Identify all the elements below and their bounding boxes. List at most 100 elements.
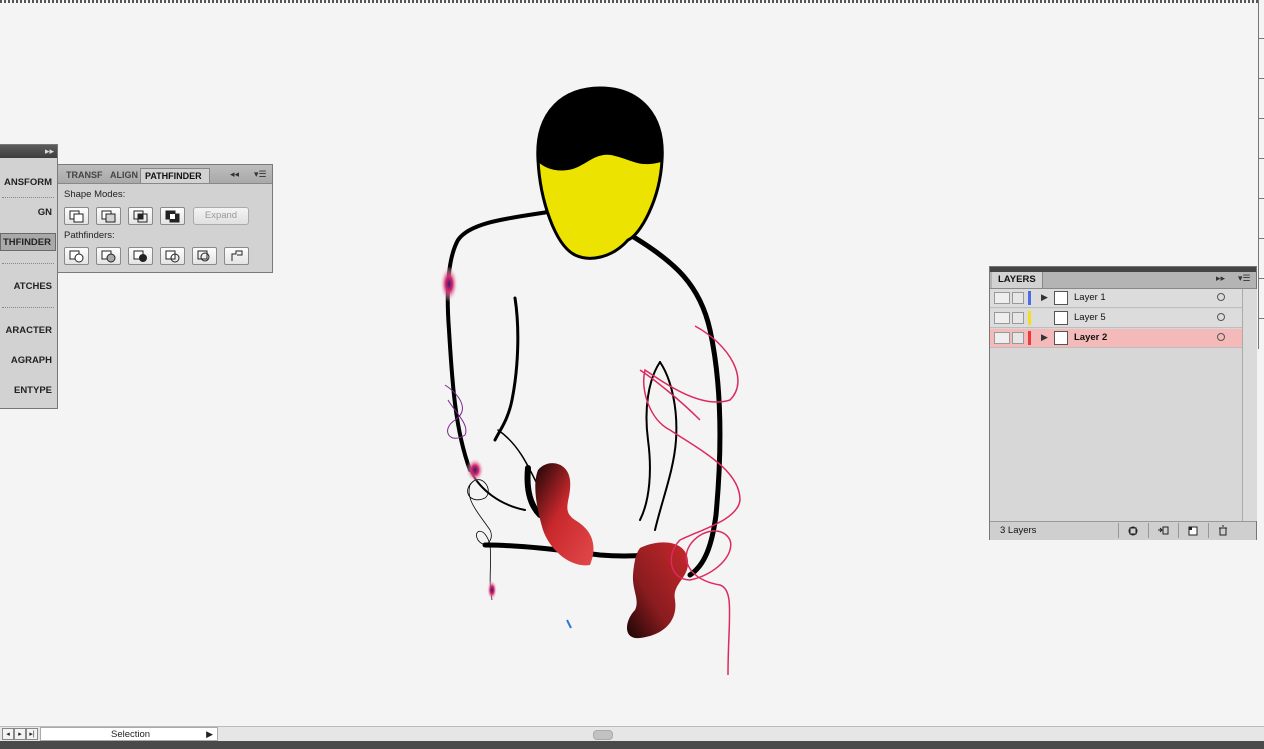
layer-thumbnail bbox=[1054, 311, 1068, 325]
dock-titlebar[interactable]: ▸▸ bbox=[0, 145, 57, 158]
trash-icon bbox=[1219, 525, 1227, 536]
panel-menu-icon[interactable]: ▾☰ bbox=[254, 169, 267, 180]
dock-item-align[interactable]: GN bbox=[0, 204, 56, 222]
new-sublayer-icon bbox=[1158, 526, 1169, 535]
dock-item-transform[interactable]: ANSFORM bbox=[0, 174, 56, 192]
figure-head bbox=[536, 86, 664, 260]
layer-row[interactable]: ▶ Layer 1 bbox=[990, 289, 1242, 308]
target-circle-icon[interactable] bbox=[1217, 313, 1225, 321]
panel-menu-icon[interactable]: ▾☰ bbox=[1238, 273, 1251, 284]
collapsed-panel-dock: ▸▸ ANSFORM GN THFINDER ATCHES ARACTER AG… bbox=[0, 144, 58, 409]
dock-separator bbox=[2, 197, 54, 198]
collapse-icon[interactable]: ◂◂ bbox=[230, 169, 239, 180]
layer-thumbnail bbox=[1054, 331, 1068, 345]
crop-icon bbox=[165, 250, 180, 263]
bottom-bar bbox=[0, 741, 1264, 749]
outline-icon bbox=[197, 250, 210, 262]
shape-modes-label: Shape Modes: bbox=[64, 189, 126, 200]
tab-layers[interactable]: LAYERS bbox=[992, 272, 1043, 288]
layer-name[interactable]: Layer 5 bbox=[1074, 312, 1106, 323]
target-circle-icon[interactable] bbox=[1217, 293, 1225, 301]
layer-name[interactable]: Layer 2 bbox=[1074, 332, 1107, 343]
glow-mark-2 bbox=[466, 458, 484, 482]
status-mode-label: Selection bbox=[111, 729, 151, 740]
dock-item-character[interactable]: ARACTER bbox=[0, 322, 56, 340]
lock-toggle[interactable] bbox=[1012, 332, 1024, 344]
dock-item-paragraph[interactable]: AGRAPH bbox=[0, 352, 56, 370]
target-circle-icon[interactable] bbox=[1217, 333, 1225, 341]
lock-toggle[interactable] bbox=[1012, 312, 1024, 324]
delete-layer-button[interactable] bbox=[1208, 523, 1237, 538]
glow-mark-1 bbox=[440, 266, 458, 302]
double-chevron-right-icon[interactable]: ▸▸ bbox=[45, 146, 54, 157]
layer-row[interactable]: Layer 5 bbox=[990, 309, 1242, 328]
dock-separator bbox=[2, 307, 54, 308]
expand-triangle-icon[interactable]: ▶ bbox=[1041, 332, 1048, 343]
minus-back-button[interactable] bbox=[224, 247, 249, 265]
layers-footer: 3 Layers bbox=[990, 521, 1256, 540]
layer-row-selected[interactable]: ▶ Layer 2 bbox=[990, 329, 1242, 348]
minus-front-icon bbox=[101, 210, 116, 223]
exclude-icon bbox=[165, 210, 180, 223]
status-bar: ◂ ▸ ▸| Selection ▶ bbox=[0, 726, 1264, 742]
tab-pathfinder[interactable]: PATHFINDER bbox=[140, 168, 210, 183]
tab-transform[interactable]: TRANSF bbox=[62, 168, 106, 183]
expand-triangle-icon[interactable]: ▶ bbox=[1041, 292, 1048, 303]
new-layer-button[interactable] bbox=[1178, 523, 1207, 538]
outline-button[interactable] bbox=[192, 247, 217, 265]
layers-scrollbar[interactable] bbox=[1242, 289, 1257, 521]
lock-toggle[interactable] bbox=[1012, 292, 1024, 304]
layers-tabbar: LAYERS ▸▸ ▾☰ bbox=[990, 272, 1256, 289]
collapse-icon[interactable]: ▸▸ bbox=[1216, 273, 1225, 284]
dock-item-opentype[interactable]: ENTYPE bbox=[0, 382, 56, 400]
layer-count: 3 Layers bbox=[1000, 525, 1037, 536]
layers-list: ▶ Layer 1 Layer 5 ▶ Layer 2 bbox=[990, 289, 1242, 521]
layer-color-swatch bbox=[1028, 291, 1031, 305]
crop-button[interactable] bbox=[160, 247, 185, 265]
new-layer-icon bbox=[1188, 526, 1198, 536]
trim-button[interactable] bbox=[96, 247, 121, 265]
layer-thumbnail bbox=[1054, 291, 1068, 305]
trim-icon bbox=[101, 250, 116, 263]
dock-item-swatches[interactable]: ATCHES bbox=[0, 278, 56, 296]
red-shape-right bbox=[626, 542, 689, 639]
blue-mark bbox=[566, 619, 572, 629]
minus-back-icon bbox=[231, 250, 243, 261]
intersect-icon bbox=[133, 210, 148, 223]
unite-icon bbox=[69, 210, 84, 223]
tab-align[interactable]: ALIGN bbox=[106, 168, 140, 183]
pathfinders-label: Pathfinders: bbox=[64, 230, 115, 241]
layers-panel: LAYERS ▸▸ ▾☰ ▶ Layer 1 Layer 5 ▶ Layer 2… bbox=[989, 266, 1257, 540]
eye-icon[interactable] bbox=[994, 292, 1010, 304]
intersect-button[interactable] bbox=[128, 207, 153, 225]
layer-color-swatch bbox=[1028, 331, 1031, 345]
horizontal-scroll-thumb[interactable] bbox=[593, 730, 613, 740]
layer-color-swatch bbox=[1028, 311, 1031, 325]
divide-button[interactable] bbox=[64, 247, 89, 265]
eye-icon[interactable] bbox=[994, 312, 1010, 324]
unite-button[interactable] bbox=[64, 207, 89, 225]
expand-button[interactable]: Expand bbox=[193, 207, 249, 225]
exclude-button[interactable] bbox=[160, 207, 185, 225]
dock-item-pathfinder[interactable]: THFINDER bbox=[0, 233, 56, 251]
figure-body bbox=[445, 210, 723, 578]
play-triangle-icon[interactable]: ▶ bbox=[206, 729, 213, 740]
merge-icon bbox=[133, 250, 147, 262]
new-sublayer-button[interactable] bbox=[1148, 523, 1177, 538]
first-artboard-button[interactable]: ◂ bbox=[2, 728, 14, 740]
pathfinder-tabbar: TRANSF ALIGN PATHFINDER ◂◂ ▾☰ bbox=[58, 165, 272, 184]
eye-icon[interactable] bbox=[994, 332, 1010, 344]
next-artboard-button[interactable]: ▸ bbox=[14, 728, 26, 740]
black-scribble-strokes bbox=[467, 479, 493, 601]
status-mode-dropdown[interactable]: Selection ▶ bbox=[40, 727, 218, 741]
glow-mark-3 bbox=[487, 580, 497, 600]
layer-name[interactable]: Layer 1 bbox=[1074, 292, 1106, 303]
divide-icon bbox=[69, 250, 84, 263]
pathfinder-panel: TRANSF ALIGN PATHFINDER ◂◂ ▾☰ Shape Mode… bbox=[57, 164, 273, 273]
last-artboard-button[interactable]: ▸| bbox=[26, 728, 38, 740]
merge-button[interactable] bbox=[128, 247, 153, 265]
clipping-mask-icon bbox=[1128, 526, 1138, 536]
minus-front-button[interactable] bbox=[96, 207, 121, 225]
dock-separator bbox=[2, 263, 54, 264]
make-clipping-mask-button[interactable] bbox=[1118, 523, 1147, 538]
